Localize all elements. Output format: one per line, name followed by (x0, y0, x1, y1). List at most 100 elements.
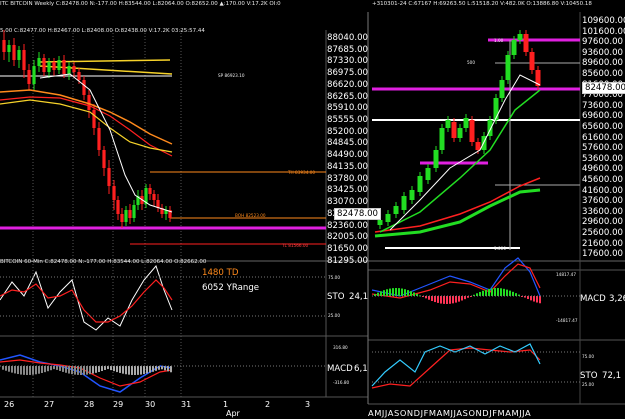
left-candle-body-19 (97, 128, 101, 150)
left-macd-hist-113 (113, 366, 115, 372)
left-candle-body-31 (148, 188, 152, 194)
left-macd-hist-89 (89, 366, 91, 375)
right-macd-hist-497 (497, 288, 499, 296)
right-ma-white (389, 74, 541, 231)
right-price-label-22: 17600.00 (582, 249, 624, 260)
left-macd-hist-101 (101, 366, 103, 372)
right-macd-hist-530 (530, 296, 532, 301)
right-price-label-5: 85600.00 (582, 69, 624, 79)
right-time-axis[interactable]: AMJJASONDJFMAMJJASONDJFMAMJJA (368, 408, 531, 418)
left-candle-body-22 (112, 186, 116, 200)
left-macd-hist-167 (167, 366, 169, 372)
left-macd-hist-86 (86, 366, 88, 375)
left-macd-hist-41 (41, 366, 43, 374)
left-candle-body-2 (12, 45, 16, 60)
right-macd-hist-428 (428, 296, 430, 300)
left-price-label-12: 83780.00 (327, 173, 369, 184)
left-macd-hist-35 (35, 366, 37, 375)
right-macd-hist-413 (413, 292, 415, 296)
left-chart-60min-header: BITCOIN 60-Min C:82478.00 N:-177.00 H:83… (0, 259, 207, 265)
left-sto-name: STO (327, 292, 345, 302)
left-macd-hist-71 (71, 366, 73, 375)
left-candle-body-0 (2, 40, 6, 52)
right-macd-hist-452 (452, 296, 454, 304)
left-macd-hist-164 (164, 366, 166, 371)
right-price-label-19: 29600.00 (582, 217, 624, 228)
left-candle-body-6 (32, 66, 36, 84)
left-sto-value: 24,1 (349, 292, 369, 302)
fib-label-top: 1.00 (494, 38, 504, 43)
left-candle-body-9 (47, 62, 51, 72)
left-macd-hist-137 (137, 366, 139, 375)
right-price-label-18: 33600.00 (582, 206, 624, 217)
left-candle-body-26 (128, 210, 132, 218)
left-candle-body-1 (7, 45, 11, 52)
left-macd-hist-149 (149, 366, 151, 373)
left-sto-level-high: 75.00 (328, 275, 340, 280)
left-time-axis-month: Apr (226, 409, 240, 418)
left-price-label-8: 85200.00 (327, 126, 369, 137)
left-macd-hist-95 (95, 366, 97, 373)
left-macd-hist-131 (131, 366, 133, 375)
left-candle-body-11 (57, 60, 61, 70)
right-macd-hist-512 (512, 291, 514, 296)
right-macd-hist-410 (410, 291, 412, 296)
right-price-label-12: 57600.00 (582, 143, 624, 154)
fib-label-mid: 500 (467, 60, 475, 65)
left-price-label-17: 82005.00 (327, 232, 369, 243)
left-candle-body-25 (124, 210, 128, 222)
left-macd-value: 6,1 (354, 364, 368, 374)
right-price-label-15: 45600.00 (582, 175, 624, 185)
right-macd-hist-407 (407, 290, 409, 296)
left-price-label-18: 81650.00 (327, 243, 369, 254)
td-label: 1480 TD (202, 268, 239, 278)
left-macd-hist-74 (74, 366, 76, 375)
left-candle-body-7 (37, 58, 41, 66)
left-candle-body-16 (82, 80, 86, 95)
left-candle-body-10 (52, 62, 56, 70)
left-macd-hist-155 (155, 366, 157, 371)
right-macd-level-low: -14817.47 (556, 318, 578, 323)
left-macd-hist-119 (119, 366, 121, 373)
left-sto-level-low: 25.00 (328, 313, 340, 318)
left-macd-hist-44 (44, 366, 46, 373)
left-candle-body-15 (77, 72, 81, 80)
left-price-label-4: 86620.00 (327, 79, 369, 90)
left-price-label-13: 83425.00 (327, 185, 369, 196)
left-time-label-3: 29 (113, 400, 124, 409)
right-candle-body-17 (493, 98, 499, 120)
left-macd-hist-77 (77, 366, 79, 375)
right-macd-hist-539 (539, 296, 541, 304)
right-macd-hist-455 (455, 296, 457, 303)
left-macd-hist-110 (110, 366, 112, 371)
right-macd-hist-389 (389, 288, 391, 296)
left-candle-body-8 (42, 58, 46, 72)
left-macd-hist-92 (92, 366, 94, 374)
left-macd-hist-80 (80, 366, 82, 375)
left-macd-name: MACD (327, 364, 353, 374)
left-macd-hist-38 (38, 366, 40, 374)
left-chart-header: ITC BITCOIN Weekly C:82478.00 N:-177.00 … (0, 1, 281, 7)
right-candle-body-0 (377, 220, 383, 225)
right-macd-hist-434 (434, 296, 436, 303)
right-sto-level-low: 25.00 (582, 382, 594, 387)
left-sto-d (0, 279, 173, 323)
left-price-label-6: 85910.00 (327, 103, 369, 114)
right-candle-body-4 (409, 190, 415, 200)
left-macd-hist-17 (17, 366, 19, 375)
left-candle-body-14 (72, 66, 76, 72)
left-macd-hist-50 (50, 366, 52, 371)
left-macd-hist-5 (5, 366, 7, 371)
right-candle-body-20 (511, 40, 517, 55)
right-candle-body-18 (499, 80, 505, 98)
right-macd-hist-491 (491, 288, 493, 296)
right-macd-hist-431 (431, 296, 433, 301)
right-candle-body-3 (401, 196, 407, 210)
left-time-label-2: 28 (84, 400, 95, 409)
right-sto-level-high: 75.00 (582, 354, 594, 359)
left-last-price-tag: 82478.00 (334, 208, 382, 220)
left-macd-hist-83 (83, 366, 85, 375)
left-price-label-11: 84135.00 (327, 161, 369, 172)
left-candle-body-20 (102, 150, 106, 168)
left-macd-hist-98 (98, 366, 100, 372)
